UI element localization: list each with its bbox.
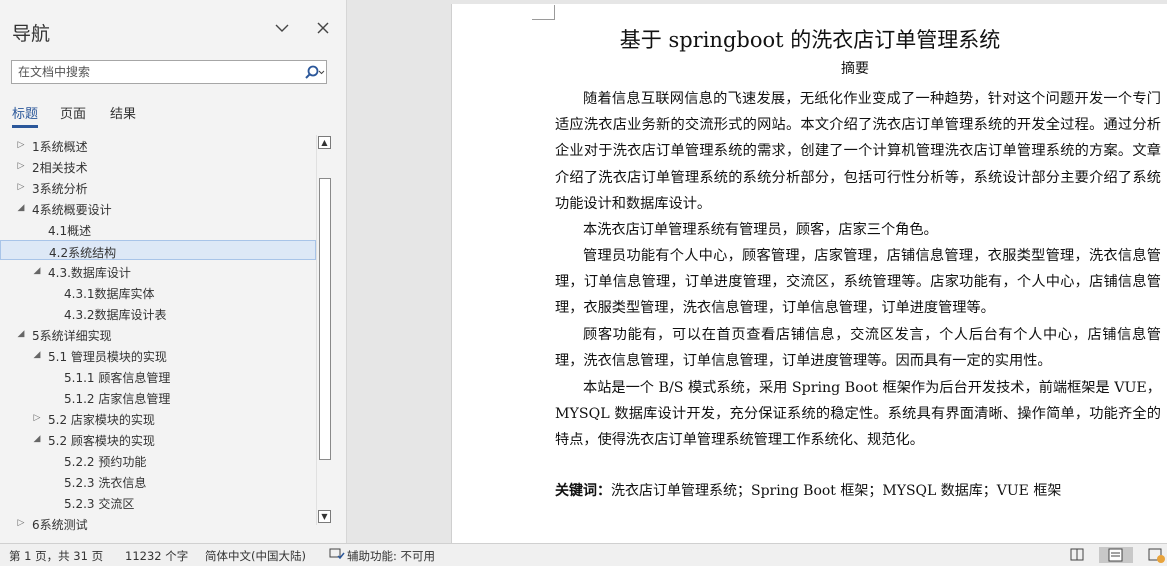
tree-item-label: 2相关技术 [32, 161, 88, 175]
abstract-paragraph-5: 本站是一个 B/S 模式系统，采用 Spring Boot 框架作为后台开发技术… [555, 380, 1161, 449]
collapse-arrow-icon[interactable]: ◢ [16, 328, 26, 340]
document-title: 基于 springboot 的洗衣店订单管理系统 [619, 28, 1001, 52]
tree-item-label: 4.3.2数据库设计表 [64, 308, 167, 322]
tree-item[interactable]: ◢ 4系统概要设计 [0, 198, 316, 218]
word-count-status[interactable]: 11232 个字 [125, 548, 188, 564]
tree-item-label: 5.2.3 洗衣信息 [64, 476, 147, 490]
tree-item-label: 5.2.2 预约功能 [64, 455, 147, 469]
chevron-down-icon[interactable] [272, 18, 292, 38]
active-tab-indicator [12, 125, 38, 128]
tree-item[interactable]: ▷ 6系统测试 [0, 513, 316, 533]
scroll-down-icon[interactable]: ▼ [318, 510, 331, 523]
tree-item-label: 4.3.数据库设计 [48, 266, 131, 280]
collapse-arrow-icon[interactable]: ◢ [32, 433, 42, 445]
collapse-arrow-icon[interactable]: ◢ [32, 265, 42, 277]
nav-title: 导航 [12, 23, 51, 45]
tree-item-label: 5.1.2 店家信息管理 [64, 392, 171, 406]
search-icon[interactable] [300, 64, 326, 82]
keywords-label: 关键词： [555, 483, 611, 499]
tree-item-label: 4.3.1数据库实体 [64, 287, 155, 301]
expand-arrow-icon[interactable]: ▷ [16, 139, 26, 151]
tree-item[interactable]: ▷ 3系统分析 [0, 177, 316, 197]
tree-item[interactable]: 5.2.2 预约功能 [0, 450, 316, 470]
abstract-paragraph-2: 本洗衣店订单管理系统有管理员，顾客，店家三个角色。 [583, 222, 938, 238]
expand-arrow-icon[interactable]: ▷ [32, 412, 42, 424]
expand-arrow-icon[interactable]: ▷ [16, 517, 26, 529]
tree-item[interactable]: 5.1.2 店家信息管理 [0, 387, 316, 407]
tree-item[interactable]: 4.3.1数据库实体 [0, 282, 316, 302]
abstract-paragraph-1: 随着信息互联网信息的飞速发展，无纸化作业变成了一种趋势，针对这个问题开发一个专门… [555, 91, 1161, 212]
web-layout-icon[interactable] [1146, 547, 1167, 563]
navigation-pane: 导航 标题 页面 结果 ▷ 1系统概述 ▷ 2相关技术 ▷ 3系统分析 ◢ 4系统概要设计 4.… [0, 0, 347, 543]
close-icon[interactable] [313, 18, 333, 38]
tree-item[interactable]: 5.1.1 顾客信息管理 [0, 366, 316, 386]
accessibility-status[interactable]: 辅助功能: 不可用 [347, 548, 435, 564]
tree-item[interactable]: ▷ 1系统概述 [0, 135, 316, 155]
scroll-up-icon[interactable]: ▲ [318, 136, 331, 149]
search-input[interactable] [18, 63, 288, 81]
keywords-line: 关键词：洗衣店订单管理系统；Spring Boot 框架；MYSQL 数据库；V… [555, 480, 1161, 500]
collapse-arrow-icon[interactable]: ◢ [32, 349, 42, 361]
tree-item[interactable]: ▷ 5.2 店家模块的实现 [0, 408, 316, 428]
tree-item[interactable]: ▷ 2相关技术 [0, 156, 316, 176]
accessibility-icon[interactable] [329, 547, 345, 564]
abstract-heading: 摘要 [841, 61, 869, 77]
tree-item-label: 5系统详细实现 [32, 329, 112, 343]
tab-results[interactable]: 结果 [110, 103, 136, 122]
page-count-status[interactable]: 第 1 页，共 31 页 [9, 548, 103, 564]
margin-corner-mark [532, 5, 555, 20]
collapse-arrow-icon[interactable]: ◢ [16, 202, 26, 214]
heading-tree: ▷ 1系统概述 ▷ 2相关技术 ▷ 3系统分析 ◢ 4系统概要设计 4.1概述 4.2系统结构 ◢ 4… [0, 132, 316, 532]
expand-arrow-icon[interactable]: ▷ [16, 181, 26, 193]
tree-item[interactable]: ◢ 4.3.数据库设计 [0, 261, 316, 281]
search-box [11, 60, 327, 84]
tree-item-label: 5.2.3 交流区 [64, 497, 135, 511]
keywords-text: 洗衣店订单管理系统；Spring Boot 框架；MYSQL 数据库；VUE 框… [611, 483, 1062, 499]
tab-pages[interactable]: 页面 [60, 103, 86, 122]
tree-item-label: 6系统测试 [32, 518, 88, 532]
print-layout-icon[interactable] [1099, 547, 1133, 563]
tree-item[interactable]: ◢ 5.1 管理员模块的实现 [0, 345, 316, 365]
tree-item[interactable]: ◢ 5系统详细实现 [0, 324, 316, 344]
tree-item[interactable]: 4.3.2数据库设计表 [0, 303, 316, 323]
tree-item[interactable]: 4.2系统结构 [0, 240, 316, 260]
scroll-thumb[interactable] [319, 178, 331, 460]
tree-item[interactable]: ◢ 5.2 顾客模块的实现 [0, 429, 316, 449]
tree-item-label: 4.2系统结构 [49, 246, 117, 260]
tree-item[interactable]: 5.2.3 交流区 [0, 492, 316, 512]
tree-scrollbar[interactable]: ▲ ▼ [316, 135, 333, 525]
tree-item-label: 3系统分析 [32, 182, 88, 196]
tab-headings[interactable]: 标题 [12, 103, 38, 122]
tree-item[interactable]: 4.1概述 [0, 219, 316, 239]
tree-item-label: 4系统概要设计 [32, 203, 112, 217]
tree-item-label: 5.1 管理员模块的实现 [48, 350, 167, 364]
expand-arrow-icon[interactable]: ▷ [16, 160, 26, 172]
tree-item-label: 1系统概述 [32, 140, 88, 154]
language-status[interactable]: 简体中文(中国大陆) [205, 548, 306, 564]
abstract-paragraph-3: 管理员功能有个人中心，顾客管理，店家管理，店铺信息管理，衣服类型管理，洗衣信息管… [555, 248, 1161, 317]
tree-item-label: 5.2 店家模块的实现 [48, 413, 155, 427]
status-bar: 第 1 页，共 31 页 11232 个字 简体中文(中国大陆) 辅助功能: 不… [0, 543, 1167, 566]
abstract-paragraph-4: 顾客功能有，可以在首页查看店铺信息，交流区发言，个人后台有个人中心，店铺信息管理… [555, 327, 1161, 370]
tree-item-label: 4.1概述 [48, 224, 92, 238]
read-mode-icon[interactable] [1066, 547, 1088, 563]
tree-item[interactable]: 5.2.3 洗衣信息 [0, 471, 316, 491]
tree-item-label: 5.1.1 顾客信息管理 [64, 371, 171, 385]
tree-item-label: 5.2 顾客模块的实现 [48, 434, 155, 448]
